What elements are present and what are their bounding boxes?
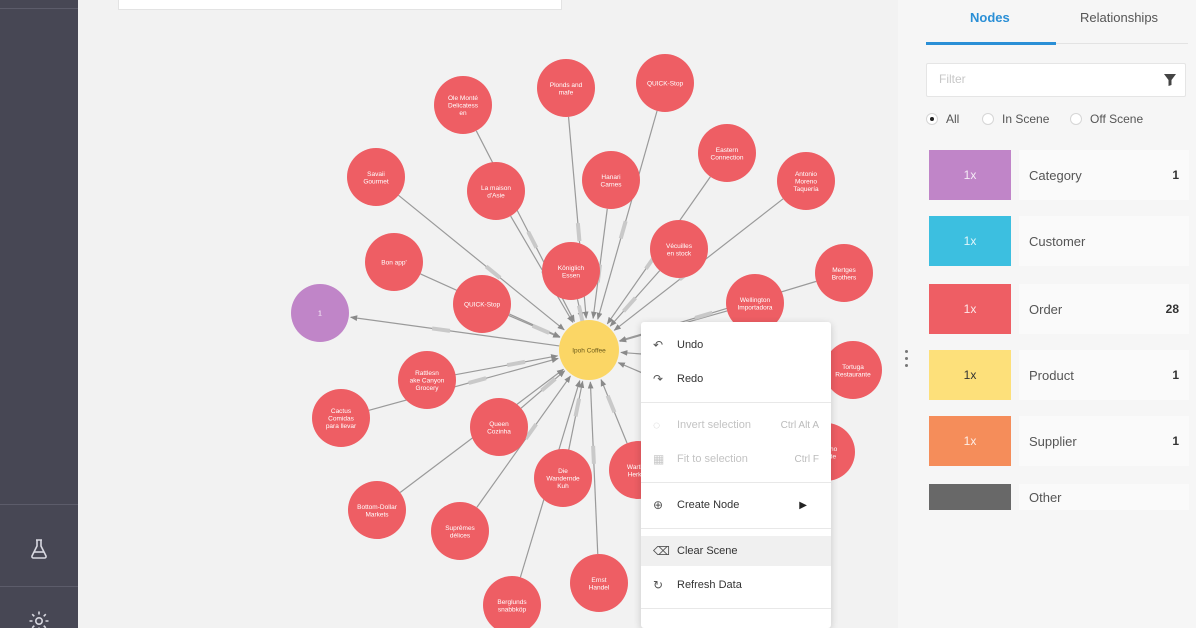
label-info: Order 28 [1019, 284, 1189, 334]
menu-refresh-data[interactable]: ↻ Refresh Data [641, 570, 831, 600]
menu-clear-scene[interactable]: ⌫ Clear Scene [641, 536, 831, 566]
menu-divider [641, 528, 831, 529]
label-row-category[interactable]: 1x Category 1 [929, 150, 1189, 200]
radio-off-scene[interactable]: Off Scene [1070, 112, 1143, 126]
tab-nodes[interactable]: Nodes [970, 10, 1010, 25]
relationship-label [575, 222, 582, 242]
context-menu: ↶ Undo ↷ Redo ◌ Invert selection Ctrl Al… [641, 322, 831, 628]
relationship-label [694, 310, 713, 320]
node-caption: Hanari Carnes [601, 174, 623, 189]
flask-icon[interactable] [24, 534, 54, 564]
node-caption: QUICK-Stop [647, 81, 684, 88]
rail-divider [0, 504, 78, 505]
filter-input[interactable] [939, 72, 1149, 86]
relationship-edge[interactable] [349, 315, 560, 347]
label-count: 1 [1172, 168, 1179, 182]
node-caption: Ipoh Coffee [572, 348, 606, 355]
node-caption: Bon app' [381, 260, 406, 267]
node-caption: 1 [318, 311, 322, 318]
label-info: Category 1 [1019, 150, 1189, 200]
relationship-label [618, 220, 628, 240]
menu-redo[interactable]: ↷ Redo [641, 364, 831, 394]
label-swatch[interactable]: 1x [929, 284, 1011, 334]
relationship-label [573, 398, 582, 417]
label-row-order[interactable]: 1x Order 28 [929, 284, 1189, 334]
radio-in-scene[interactable]: In Scene [982, 112, 1049, 126]
label-name: Category [1029, 167, 1082, 183]
label-name: Order [1029, 301, 1063, 317]
label-swatch[interactable]: 1x [929, 416, 1011, 466]
relationship-label [591, 445, 596, 464]
tab-divider [1056, 43, 1188, 44]
label-row-supplier[interactable]: 1x Supplier 1 [929, 416, 1189, 466]
relationship-label [468, 376, 487, 385]
scene-filter-radios: All In Scene Off Scene [926, 112, 1194, 130]
node-caption: Vécuilles en stock [666, 243, 693, 258]
label-info: Other [1019, 484, 1189, 510]
relationship-label [506, 359, 526, 368]
label-row-other[interactable]: Other [929, 484, 1189, 510]
label-count: 28 [1165, 302, 1179, 316]
radio-dot [926, 113, 938, 125]
label-swatch[interactable]: 1x [929, 216, 1011, 266]
relationship-label [531, 323, 550, 335]
node-caption: Berglunds snabbköp [497, 599, 527, 614]
panel-tabs: Nodes Relationships [926, 0, 1194, 46]
filter-box [926, 63, 1186, 97]
refresh-icon: ↻ [653, 578, 664, 592]
filter-icon[interactable] [1163, 73, 1177, 92]
gear-icon[interactable] [24, 606, 54, 628]
radio-all[interactable]: All [926, 112, 959, 126]
active-tab-indicator [926, 42, 1056, 45]
label-name: Customer [1029, 233, 1086, 249]
label-name: Supplier [1029, 433, 1077, 449]
fit-icon: ▦ [653, 452, 665, 466]
menu-undo[interactable]: ↶ Undo [641, 330, 831, 360]
relationship-edge[interactable] [455, 354, 559, 376]
label-swatch[interactable]: 1x [929, 350, 1011, 400]
node-caption: Antonio Moreno Taquería [793, 171, 819, 193]
label-name: Product [1029, 367, 1074, 383]
left-rail [0, 0, 78, 628]
label-info: Supplier 1 [1019, 416, 1189, 466]
node-caption: Queen Cozinha [487, 421, 511, 436]
label-row-customer[interactable]: 1x Customer [929, 216, 1189, 266]
label-swatch[interactable]: 1x [929, 150, 1011, 200]
menu-invert-selection[interactable]: ◌ Invert selection Ctrl Alt A [641, 410, 831, 440]
redo-icon: ↷ [653, 372, 664, 386]
menu-fit-to-selection[interactable]: ▦ Fit to selection Ctrl F [641, 444, 831, 474]
rail-divider [0, 8, 78, 9]
label-name: Other [1029, 489, 1062, 505]
plus-circle-icon: ⊕ [653, 498, 664, 512]
relationship-edge[interactable] [587, 381, 599, 555]
label-count: 1 [1172, 368, 1179, 382]
node-caption: Wellington Importadora [737, 297, 772, 312]
radio-dot [1070, 113, 1082, 125]
rail-divider [0, 586, 78, 587]
relationship-label [605, 394, 617, 414]
menu-divider [641, 402, 831, 403]
eraser-icon: ⌫ [653, 544, 670, 558]
tab-relationships[interactable]: Relationships [1080, 10, 1158, 25]
node-caption: QUICK-Stop [464, 302, 501, 309]
relationship-edge[interactable] [368, 357, 559, 411]
menu-divider [641, 482, 831, 483]
label-row-product[interactable]: 1x Product 1 [929, 350, 1189, 400]
undo-icon: ↶ [653, 338, 664, 352]
menu-create-node[interactable]: ⊕ Create Node ▶ [641, 490, 831, 520]
label-swatch[interactable] [929, 484, 1011, 510]
node-caption: Mertges Brothers [832, 267, 857, 282]
label-info: Customer [1019, 216, 1189, 266]
relationship-label [431, 326, 451, 333]
invert-icon: ◌ [653, 418, 661, 432]
label-info: Product 1 [1019, 350, 1189, 400]
menu-divider [641, 608, 831, 609]
radio-dot [982, 113, 994, 125]
label-count: 1 [1172, 434, 1179, 448]
submenu-arrow-icon: ▶ [799, 499, 807, 511]
panel-resize-handle[interactable] [905, 350, 909, 371]
